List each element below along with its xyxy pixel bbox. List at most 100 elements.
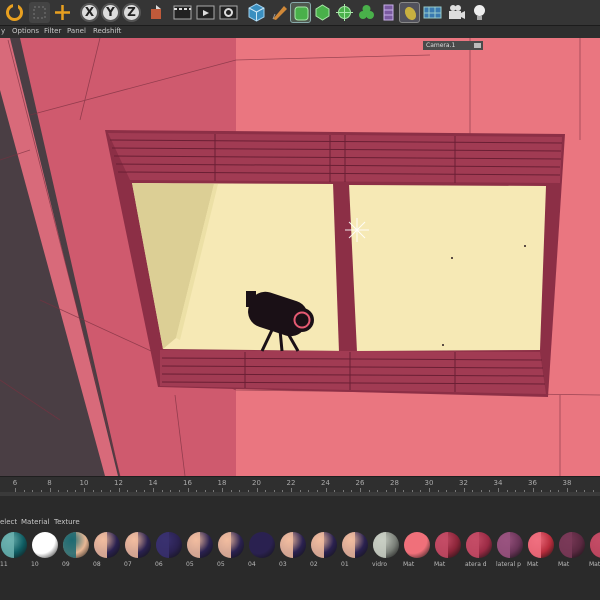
light-icon[interactable]: [469, 2, 490, 23]
timeline-tick-label: 8: [47, 479, 52, 487]
material-swatch[interactable]: 11: [0, 530, 28, 574]
menu-options[interactable]: Options: [12, 27, 39, 35]
menu-view[interactable]: y: [1, 27, 5, 35]
cloner-icon[interactable]: [356, 2, 377, 23]
material-label: Mat: [527, 561, 539, 568]
material-preview-accent: [311, 532, 324, 558]
cinema4d-window: X Y Z y Options Filter Panel Redshift Ca…: [0, 0, 600, 600]
material-swatch[interactable]: 08: [93, 530, 121, 574]
undo-icon[interactable]: [4, 2, 25, 23]
material-preview-sphere: [187, 532, 213, 558]
material-swatch[interactable]: Mat: [403, 530, 431, 574]
y-axis-icon[interactable]: Y: [101, 3, 120, 22]
material-swatch[interactable]: 01: [341, 530, 369, 574]
material-preview-accent: [590, 532, 600, 558]
material-swatch[interactable]: 03: [279, 530, 307, 574]
material-preview-accent: [280, 532, 293, 558]
material-label: atera d: [465, 561, 487, 568]
timeline-tick-label: 18: [217, 479, 227, 487]
material-swatch[interactable]: vidro: [372, 530, 400, 574]
material-label: 10: [31, 561, 39, 568]
material-swatch[interactable]: 07: [124, 530, 152, 574]
material-preview-sphere: [528, 532, 554, 558]
material-preview-sphere: [497, 532, 523, 558]
material-preview-accent: [373, 532, 386, 558]
material-label: 11: [0, 561, 8, 568]
material-preview-sphere: [559, 532, 585, 558]
timeline-tick-label: 10: [79, 479, 89, 487]
menu-filter[interactable]: Filter: [44, 27, 61, 35]
timeline-tick-label: 28: [390, 479, 399, 487]
render-view-icon[interactable]: [172, 2, 193, 23]
material-swatch[interactable]: Mat: [589, 530, 600, 574]
material-label: 04: [248, 561, 256, 568]
material-swatch[interactable]: lateral p: [496, 530, 524, 574]
active-camera-label[interactable]: Camera.1: [423, 41, 483, 50]
viewport-menu-bar: y Options Filter Panel Redshift: [0, 26, 600, 38]
render-picture-viewer-icon[interactable]: [195, 2, 216, 23]
material-swatch[interactable]: Mat: [558, 530, 586, 574]
material-swatch[interactable]: Mat: [434, 530, 462, 574]
material-preview-accent: [187, 532, 200, 558]
material-preview-accent: [435, 532, 448, 558]
material-swatch[interactable]: Mat: [527, 530, 555, 574]
render-settings-icon[interactable]: [218, 2, 239, 23]
material-swatch[interactable]: 04: [248, 530, 276, 574]
material-preview-accent: [125, 532, 138, 558]
menu-panel[interactable]: Panel: [67, 27, 86, 35]
timeline-tick-label: 16: [183, 479, 192, 487]
material-list: 11 10 09 08 07 06 05 05 04 03 02 01 vidro Mat Mat atera…: [0, 526, 600, 600]
material-swatch[interactable]: 05: [186, 530, 214, 574]
effector-icon[interactable]: [378, 2, 399, 23]
array-icon[interactable]: [312, 2, 333, 23]
timeline-tick-label: 30: [424, 479, 434, 487]
material-preview-sphere: [590, 532, 600, 558]
material-preview-sphere: [373, 532, 399, 558]
material-preview-accent: [156, 532, 169, 558]
move-icon[interactable]: [52, 2, 73, 23]
material-swatch[interactable]: 02: [310, 530, 338, 574]
live-selection-icon[interactable]: [29, 2, 50, 23]
timeline-tick-label: 34: [493, 479, 503, 487]
timeline-ruler[interactable]: 6 8 10 12 14 16 18 20 22 24 26 28 30 32 34 36 38: [0, 477, 600, 492]
timeline-tick-label: 6: [12, 479, 18, 487]
scene-render: [0, 38, 600, 476]
menu-texture[interactable]: Texture: [54, 518, 80, 526]
material-swatch[interactable]: 05: [217, 530, 245, 574]
material-swatch[interactable]: 09: [62, 530, 90, 574]
timeline-tick-label: 32: [459, 479, 468, 487]
material-label: Mat: [589, 561, 600, 568]
x-axis-icon[interactable]: X: [80, 3, 99, 22]
material-preview-sphere: [280, 532, 306, 558]
material-preview-sphere: [249, 532, 275, 558]
menu-select[interactable]: elect: [0, 518, 17, 526]
timeline-tick-label: 14: [148, 479, 158, 487]
menu-material[interactable]: Material: [21, 518, 49, 526]
material-manager-menu: elect Material Texture: [0, 496, 600, 526]
material-label: vidro: [372, 561, 388, 568]
z-axis-icon[interactable]: Z: [122, 3, 141, 22]
material-label: Mat: [403, 561, 415, 568]
material-swatch[interactable]: 06: [155, 530, 183, 574]
bend-deformer-icon[interactable]: [334, 2, 355, 23]
menu-redshift[interactable]: Redshift: [93, 27, 121, 35]
material-preview-sphere: [404, 532, 430, 558]
material-label: 01: [341, 561, 349, 568]
floor-icon[interactable]: [399, 2, 420, 23]
pen-icon[interactable]: [269, 2, 290, 23]
material-swatch[interactable]: 10: [31, 530, 59, 574]
material-label: 05: [186, 561, 194, 568]
coordinate-system-icon[interactable]: [146, 2, 167, 23]
material-label: 02: [310, 561, 318, 568]
subdivision-surface-icon[interactable]: [290, 2, 311, 23]
material-label: 08: [93, 561, 101, 568]
timeline-tick-label: 26: [355, 479, 365, 487]
material-swatch[interactable]: atera d: [465, 530, 493, 574]
material-preview-accent: [342, 532, 355, 558]
camera-icon[interactable]: [446, 2, 467, 23]
cube-icon[interactable]: [246, 2, 267, 23]
3d-viewport[interactable]: Camera.1: [0, 38, 600, 476]
sky-icon[interactable]: [422, 2, 443, 23]
material-label: lateral p: [496, 561, 521, 568]
timeline[interactable]: 6 8 10 12 14 16 18 20 22 24 26 28 30 32 34 36 38: [0, 476, 600, 497]
